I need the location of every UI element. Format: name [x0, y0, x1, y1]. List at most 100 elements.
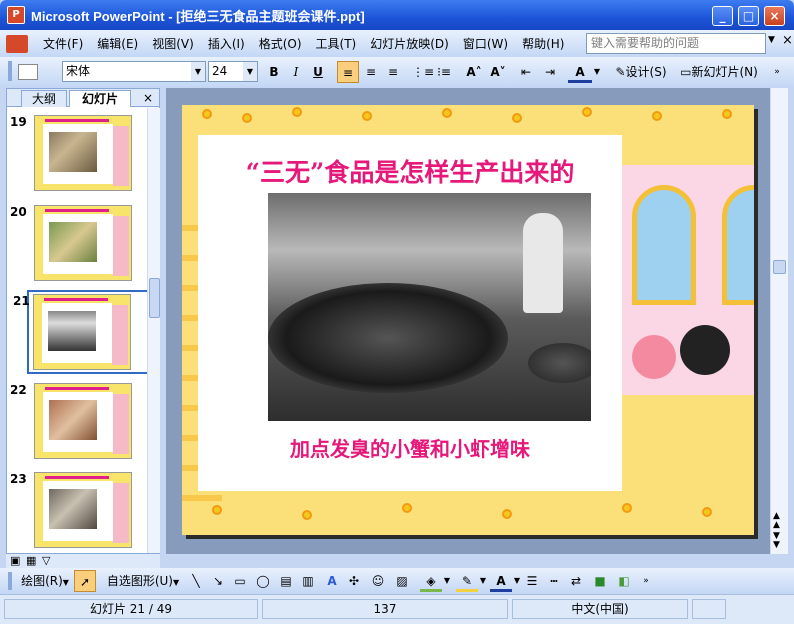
- thumbnail-number: 19: [10, 115, 27, 129]
- menu-window[interactable]: 窗口(W): [456, 35, 515, 52]
- new-file-icon[interactable]: [18, 64, 38, 80]
- menu-format[interactable]: 格式(O): [252, 35, 309, 52]
- fill-color-icon[interactable]: ◈: [420, 570, 442, 592]
- autoshapes-button[interactable]: 自选图形(U)▼: [104, 570, 182, 592]
- menu-edit[interactable]: 编辑(E): [90, 35, 145, 52]
- chevron-down-icon[interactable]: ▼: [191, 62, 205, 81]
- toolbar-grip[interactable]: [8, 572, 12, 590]
- normal-view-icon[interactable]: ▣: [10, 554, 20, 567]
- thumbnail-image[interactable]: [34, 205, 132, 281]
- slide-thumbnail[interactable]: 19: [7, 113, 145, 197]
- bold-button[interactable]: B: [264, 61, 284, 83]
- menu-view[interactable]: 视图(V): [145, 35, 201, 52]
- decrease-indent-icon[interactable]: ⇤: [516, 61, 536, 83]
- panel-close-button[interactable]: ×: [141, 90, 155, 107]
- oval-icon[interactable]: ◯: [252, 570, 274, 592]
- sorter-view-icon[interactable]: ▦: [26, 554, 36, 567]
- slide-thumbnail-selected[interactable]: 21: [13, 290, 159, 374]
- vertical-textbox-icon[interactable]: ▥: [298, 570, 318, 592]
- thumbnail-image[interactable]: [34, 115, 132, 191]
- design-template-name[interactable]: 137: [262, 599, 508, 619]
- menu-slideshow[interactable]: 幻灯片放映(D): [363, 35, 456, 52]
- draw-menu-button[interactable]: 绘图(R)▼: [18, 570, 72, 592]
- help-search-input[interactable]: 键入需要帮助的问题: [586, 33, 766, 54]
- draw-label: 绘图(R): [21, 574, 63, 588]
- font-name-select[interactable]: 宋体 ▼: [62, 61, 206, 82]
- new-slide-button[interactable]: ▭新幻灯片(N): [676, 61, 762, 83]
- font-color-icon[interactable]: A: [490, 570, 512, 592]
- increase-indent-icon[interactable]: ⇥: [540, 61, 560, 83]
- design-label: 设计(S): [625, 65, 667, 79]
- align-center-icon[interactable]: ≡: [361, 61, 381, 83]
- align-right-icon[interactable]: ≡: [383, 61, 403, 83]
- slide-caption[interactable]: 加点发臭的小蟹和小虾增味: [198, 433, 622, 462]
- tab-slides[interactable]: 幻灯片: [69, 90, 131, 107]
- crab-photo[interactable]: [268, 193, 591, 421]
- toolbar-grip[interactable]: [8, 61, 12, 81]
- thumbnail-image[interactable]: [34, 472, 132, 548]
- slide-scrollbar[interactable]: ▲ ▲ ▼ ▼: [770, 88, 788, 554]
- menu-tools[interactable]: 工具(T): [309, 35, 364, 52]
- picture-icon[interactable]: ▨: [392, 570, 412, 592]
- slideshow-view-icon[interactable]: ▽: [42, 554, 50, 567]
- thumbnail-number: 21: [13, 294, 30, 308]
- slide-thumbnail[interactable]: 22: [7, 381, 145, 465]
- doc-icon[interactable]: [6, 34, 28, 53]
- chevron-down-icon[interactable]: ▼: [512, 570, 522, 592]
- font-color-icon[interactable]: A: [568, 61, 592, 83]
- slide-thumbnail[interactable]: 20: [7, 203, 145, 287]
- underline-button[interactable]: U: [308, 61, 328, 83]
- pink-character: [632, 335, 676, 379]
- maximize-button[interactable]: □: [738, 6, 759, 26]
- shadow-style-icon[interactable]: ■: [590, 570, 610, 592]
- 3d-style-icon[interactable]: ◧: [614, 570, 634, 592]
- thumbnail-image[interactable]: [33, 294, 131, 370]
- dash-style-icon[interactable]: ┅: [544, 570, 564, 592]
- new-slide-label: 新幻灯片(N): [691, 65, 758, 79]
- arrow-icon[interactable]: ↘: [208, 570, 228, 592]
- decrease-font-icon[interactable]: A˅: [488, 61, 508, 83]
- chevron-down-icon[interactable]: ▼: [478, 570, 488, 592]
- increase-font-icon[interactable]: A˄: [464, 61, 484, 83]
- slide-canvas[interactable]: “三无”食品是怎样生产出来的 加点发臭的小蟹和小虾增味: [182, 105, 754, 535]
- panel-scrollbar[interactable]: [147, 108, 160, 553]
- wordart-icon[interactable]: A: [322, 570, 342, 592]
- menu-insert[interactable]: 插入(I): [201, 35, 252, 52]
- menu-file[interactable]: 文件(F): [36, 35, 90, 52]
- toolbar-options-icon[interactable]: »: [770, 61, 784, 83]
- line-style-icon[interactable]: ☰: [522, 570, 542, 592]
- select-pointer-icon[interactable]: ➚: [74, 570, 96, 592]
- title-bar: P Microsoft PowerPoint - [拒绝三无食品主题班会课件.p…: [0, 0, 794, 30]
- line-icon[interactable]: ╲: [186, 570, 206, 592]
- minimize-button[interactable]: _: [712, 6, 733, 26]
- menu-help[interactable]: 帮助(H): [515, 35, 571, 52]
- line-color-icon[interactable]: ✎: [456, 570, 478, 592]
- numbered-list-icon[interactable]: ⋮≡: [412, 61, 434, 83]
- italic-button[interactable]: I: [286, 61, 306, 83]
- slide-thumbnail[interactable]: 23: [7, 470, 145, 554]
- chevron-down-icon[interactable]: ▼: [243, 62, 257, 81]
- thumbnail-image[interactable]: [34, 383, 132, 459]
- close-button[interactable]: ×: [764, 6, 785, 26]
- slide-title[interactable]: “三无”食品是怎样生产出来的: [198, 153, 622, 189]
- new-slide-icon: ▭: [680, 65, 692, 79]
- chevron-down-icon[interactable]: ▼: [442, 570, 452, 592]
- previous-slide-icon[interactable]: ▲ ▲: [773, 512, 780, 530]
- diagram-icon[interactable]: ✣: [344, 570, 364, 592]
- clipart-icon[interactable]: ☺: [368, 570, 388, 592]
- toolbar-options-icon[interactable]: »: [640, 570, 652, 592]
- arrow-style-icon[interactable]: ⇄: [566, 570, 586, 592]
- rectangle-icon[interactable]: ▭: [230, 570, 250, 592]
- chevron-down-icon[interactable]: ▼: [592, 61, 602, 83]
- close-doc-button[interactable]: ×: [782, 33, 793, 48]
- design-button[interactable]: ✎设计(S): [610, 61, 672, 83]
- scroll-thumb[interactable]: [773, 260, 786, 274]
- font-size-select[interactable]: 24 ▼: [208, 61, 258, 82]
- chevron-down-icon[interactable]: ▼: [768, 35, 778, 45]
- scroll-thumb[interactable]: [149, 278, 160, 318]
- align-left-icon[interactable]: ≡: [337, 61, 359, 83]
- textbox-icon[interactable]: ▤: [276, 570, 296, 592]
- bullet-list-icon[interactable]: ⁝≡: [434, 61, 454, 83]
- tab-outline[interactable]: 大纲: [21, 90, 67, 107]
- next-slide-icon[interactable]: ▼ ▼: [773, 532, 780, 550]
